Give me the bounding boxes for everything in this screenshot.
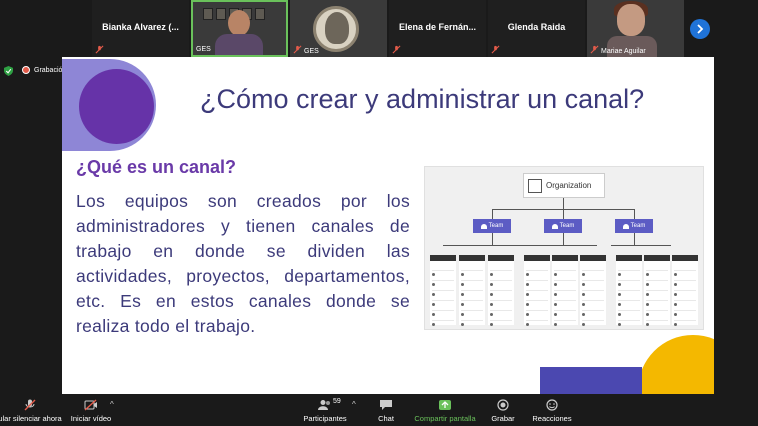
record-button[interactable]: Grabar (488, 394, 518, 426)
org-label: Organization (546, 181, 592, 190)
channel-card (672, 255, 698, 326)
participant-tile[interactable]: Elena de Fernán... (389, 0, 486, 57)
team-node: Team (544, 219, 582, 233)
share-screen-icon (439, 400, 451, 410)
slide-decoration (540, 367, 642, 394)
chat-button[interactable]: Chat (372, 394, 400, 426)
mute-button[interactable]: ular silenciar ahora (0, 394, 62, 426)
participant-name: Glenda Raida (507, 22, 566, 32)
team-icon (551, 223, 558, 229)
team-icon (622, 223, 629, 229)
participant-name: Elena de Fernán... (398, 22, 477, 32)
slide-title: ¿Cómo crear y administrar un canal? (200, 84, 645, 114)
recording-indicator[interactable]: Grabación (22, 66, 66, 74)
chat-label: Chat (378, 414, 394, 423)
chevron-right-icon (697, 24, 704, 34)
slide-subtitle: ¿Qué es un canal? (76, 157, 237, 177)
record-icon (497, 399, 509, 411)
channel-card (488, 255, 514, 326)
mic-muted-icon (590, 45, 599, 54)
channel-card (580, 255, 606, 326)
mic-muted-icon (392, 45, 401, 54)
team-node: Team (473, 219, 511, 233)
record-label: Grabar (491, 414, 515, 423)
chevron-up-icon[interactable]: ^ (110, 400, 114, 409)
mic-muted-icon (95, 45, 104, 54)
chat-icon (380, 400, 392, 410)
channel-card (524, 255, 550, 326)
record-dot-icon (22, 66, 30, 74)
channel-card (644, 255, 670, 326)
share-screen-button[interactable]: Compartir pantalla (412, 394, 478, 426)
participant-tile[interactable]: Glenda Raida (488, 0, 585, 57)
participant-tile-video[interactable]: GES (191, 0, 288, 57)
participant-tag: GES (304, 48, 319, 55)
reactions-button[interactable]: Reacciones (530, 394, 574, 426)
slide-decoration (638, 335, 714, 394)
mic-muted-icon (491, 45, 500, 54)
participant-tag: Mariae Aguilar (601, 48, 646, 55)
team-icon (480, 223, 487, 229)
mic-muted-icon (293, 45, 302, 54)
participant-name: Bianka Alvarez (... (102, 22, 179, 32)
participants-icon (318, 400, 330, 410)
participants-label: Participantes (303, 414, 347, 423)
start-video-button[interactable]: Iniciar vídeo (68, 394, 114, 426)
shield-icon[interactable] (4, 66, 13, 76)
reactions-icon (546, 399, 558, 411)
reactions-label: Reacciones (532, 414, 572, 423)
next-page-button[interactable] (690, 19, 710, 39)
team-node: Team (615, 219, 653, 233)
video-label: Iniciar vídeo (70, 414, 112, 423)
video-off-icon (84, 399, 97, 411)
participants-button[interactable]: Participantes (302, 394, 348, 426)
participant-strip: Bianka Alvarez (... GES GES Elena de Fer… (92, 0, 712, 57)
meeting-toolbar: ular silenciar ahora Iniciar vídeo ^ Par… (0, 394, 758, 426)
share-label: Compartir pantalla (414, 414, 476, 423)
chevron-up-icon[interactable]: ^ (352, 400, 356, 409)
mute-label: ular silenciar ahora (0, 414, 62, 423)
participant-tag: GES (196, 46, 211, 53)
participant-tile-video[interactable]: Mariae Aguilar (587, 0, 684, 57)
organization-icon (528, 178, 542, 193)
participant-tile-video[interactable]: GES (290, 0, 387, 57)
participant-tile[interactable]: Bianka Alvarez (... (92, 0, 189, 57)
mic-muted-icon (24, 399, 36, 411)
slide-decoration (79, 69, 154, 144)
channel-card (430, 255, 456, 326)
org-node: Organization (523, 173, 605, 198)
channel-card (616, 255, 642, 326)
channel-card (552, 255, 578, 326)
slide-body: Los equipos son creados por los administ… (76, 191, 410, 336)
shared-slide: ¿Cómo crear y administrar un canal? ¿Qué… (62, 57, 714, 394)
participants-count: 59 (333, 398, 341, 405)
org-diagram: Organization Team Team Team (424, 166, 704, 330)
channel-card (459, 255, 485, 326)
